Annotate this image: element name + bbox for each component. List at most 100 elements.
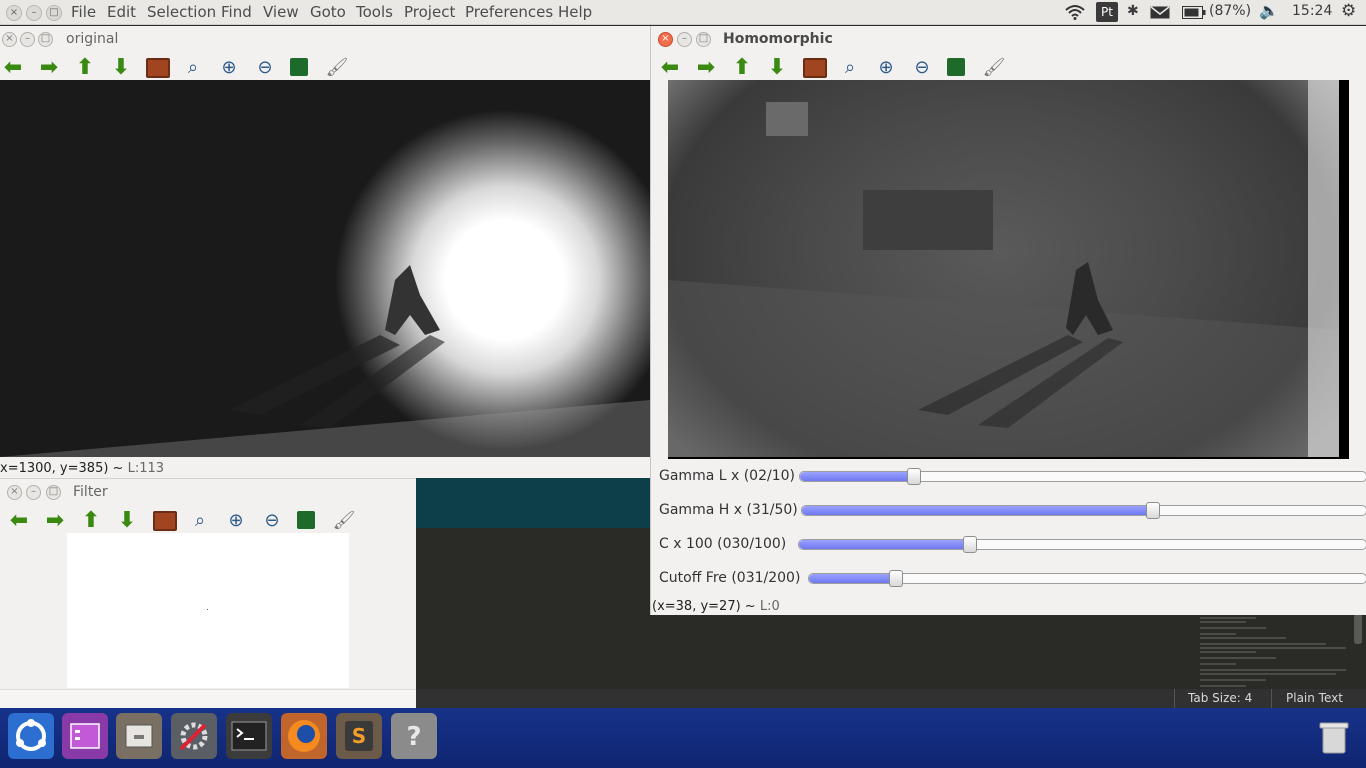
original-titlebar[interactable]: × – □ original	[0, 26, 650, 52]
clock[interactable]: 15:24	[1292, 3, 1332, 19]
minimize-icon[interactable]: –	[26, 485, 41, 500]
close-icon[interactable]: ×	[2, 32, 17, 47]
properties-brush-icon[interactable]: 🖌	[324, 55, 350, 81]
pan-left-icon[interactable]: ⬅	[657, 55, 683, 81]
terminal-icon[interactable]	[226, 713, 272, 759]
save-icon[interactable]	[947, 58, 965, 76]
pan-up-icon[interactable]: ⬆	[72, 55, 98, 81]
gamma-h-slider-handle[interactable]	[1146, 502, 1160, 519]
trash-icon[interactable]	[1311, 713, 1357, 759]
menu-view[interactable]: View	[263, 3, 299, 21]
filter-window: × – □ Filter ⬅ ➡ ⬆ ⬇ ⌕ ⊕ ⊖ 🖌	[0, 478, 416, 710]
files-icon[interactable]	[116, 713, 162, 759]
cutoff-slider-handle[interactable]	[889, 570, 903, 587]
properties-brush-icon[interactable]: 🖌	[331, 508, 357, 534]
pan-up-icon[interactable]: ⬆	[78, 508, 104, 534]
pixel-value: L:0	[759, 599, 780, 614]
window-title: original	[66, 31, 119, 47]
firefox-icon[interactable]	[281, 713, 327, 759]
menu-find[interactable]: Find	[221, 3, 252, 21]
software-center-icon[interactable]	[62, 713, 108, 759]
mail-icon[interactable]	[1150, 6, 1170, 19]
original-status: x=1300, y=385) ~ L:113	[0, 461, 164, 476]
zoom-in-icon[interactable]: ⊕	[223, 508, 249, 534]
gamma-l-slider-handle[interactable]	[907, 468, 921, 485]
editor-minimap[interactable]	[1196, 614, 1351, 689]
maximize-icon[interactable]: □	[46, 485, 61, 500]
minimize-icon[interactable]: –	[677, 32, 692, 47]
syntax-selector[interactable]: Plain Text	[1286, 691, 1343, 705]
gear-icon[interactable]: ⚙	[1341, 1, 1356, 21]
wifi-icon[interactable]	[1064, 4, 1086, 20]
ubuntu-dash-icon[interactable]	[8, 713, 54, 759]
original-image[interactable]	[0, 80, 650, 457]
homomorphic-image[interactable]	[668, 80, 1349, 459]
zoom-area-icon[interactable]: ⌕	[837, 55, 863, 81]
close-icon[interactable]: ×	[658, 32, 673, 47]
close-icon[interactable]: ×	[7, 485, 22, 500]
pan-left-icon[interactable]: ⬅	[6, 508, 32, 534]
gamma-l-slider[interactable]	[799, 468, 1366, 485]
pan-right-icon[interactable]: ➡	[42, 508, 68, 534]
pan-down-icon[interactable]: ⬇	[764, 55, 790, 81]
save-icon[interactable]	[290, 58, 308, 76]
unknown-app-icon[interactable]: ?	[391, 713, 437, 759]
menu-help[interactable]: Help	[558, 3, 592, 21]
gamma-h-slider[interactable]	[801, 502, 1366, 519]
slider-label-cutoff: Cutoff Fre (031/200)	[659, 570, 801, 586]
homomorphic-toolbar: ⬅ ➡ ⬆ ⬇ ⌕ ⊕ ⊖ 🖌	[651, 52, 1366, 82]
menu-edit[interactable]: Edit	[107, 3, 136, 21]
keyboard-layout-indicator[interactable]: Pt	[1096, 2, 1118, 22]
zoom-in-icon[interactable]: ⊕	[873, 55, 899, 81]
maximize-icon[interactable]: □	[46, 5, 62, 21]
pan-right-icon[interactable]: ➡	[36, 55, 62, 81]
zoom-out-icon[interactable]: ⊖	[909, 55, 935, 81]
minimize-icon[interactable]: –	[26, 5, 42, 21]
editor-scrollbar[interactable]	[1354, 614, 1362, 644]
maximize-icon[interactable]: □	[696, 32, 711, 47]
c-slider-fill	[799, 540, 969, 549]
bluetooth-icon[interactable]: ✱	[1127, 3, 1139, 19]
zoom-fit-image-icon[interactable]	[153, 511, 177, 531]
zoom-area-icon[interactable]: ⌕	[187, 508, 213, 534]
minimize-icon[interactable]: –	[20, 32, 35, 47]
original-window: × – □ original ⬅ ➡ ⬆ ⬇ ⌕ ⊕ ⊖ 🖌 x=1300, y…	[0, 26, 650, 478]
menu-preferences[interactable]: Preferences	[465, 3, 553, 21]
properties-brush-icon[interactable]: 🖌	[981, 55, 1007, 81]
pan-left-icon[interactable]: ⬅	[0, 55, 26, 81]
battery-icon[interactable]	[1182, 6, 1206, 19]
cursor-coords: (x=38, y=27) ~	[652, 599, 756, 614]
save-icon[interactable]	[297, 511, 315, 529]
c-slider-handle[interactable]	[963, 536, 977, 553]
pixel-value: L:113	[127, 461, 165, 476]
zoom-fit-image-icon[interactable]	[803, 58, 827, 78]
zoom-in-icon[interactable]: ⊕	[216, 55, 242, 81]
zoom-out-icon[interactable]: ⊖	[259, 508, 285, 534]
volume-icon[interactable]: 🔈	[1259, 1, 1279, 20]
zoom-fit-image-icon[interactable]	[146, 58, 170, 78]
menu-selection[interactable]: Selection	[147, 3, 216, 21]
system-settings-icon[interactable]	[171, 713, 217, 759]
tab-size-selector[interactable]: Tab Size: 4	[1188, 691, 1252, 705]
filter-titlebar[interactable]: × – □ Filter	[0, 479, 416, 505]
filter-image[interactable]	[67, 533, 349, 688]
pan-down-icon[interactable]: ⬇	[108, 55, 134, 81]
menu-file[interactable]: File	[71, 3, 96, 21]
close-icon[interactable]: ×	[6, 5, 22, 21]
c-slider[interactable]	[798, 536, 1366, 553]
menu-project[interactable]: Project	[404, 3, 455, 21]
zoom-out-icon[interactable]: ⊖	[252, 55, 278, 81]
homomorphic-titlebar[interactable]: × – □ Homomorphic	[651, 26, 1366, 52]
sublime-text-icon[interactable]: S	[336, 713, 382, 759]
slider-label-c: C x 100 (030/100)	[659, 536, 787, 552]
window-title: Homomorphic	[723, 31, 833, 47]
menu-tools[interactable]: Tools	[356, 3, 393, 21]
menu-goto[interactable]: Goto	[310, 3, 346, 21]
zoom-area-icon[interactable]: ⌕	[180, 55, 206, 81]
pan-up-icon[interactable]: ⬆	[729, 55, 755, 81]
pan-right-icon[interactable]: ➡	[693, 55, 719, 81]
cutoff-slider[interactable]	[808, 570, 1366, 587]
homomorphic-window: × – □ Homomorphic ⬅ ➡ ⬆ ⬇ ⌕ ⊕ ⊖ 🖌 Gamma …	[650, 26, 1366, 615]
maximize-icon[interactable]: □	[38, 32, 53, 47]
pan-down-icon[interactable]: ⬇	[114, 508, 140, 534]
